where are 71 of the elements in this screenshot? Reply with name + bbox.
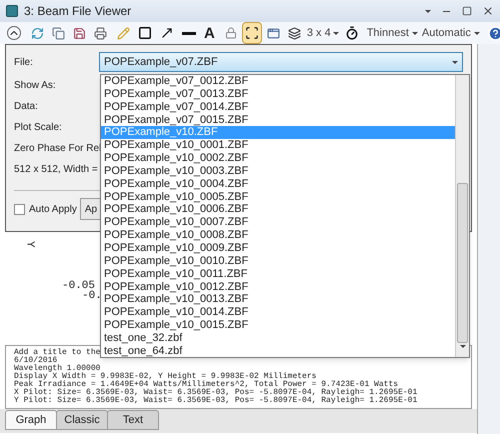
file-option[interactable]: POPExample_v10_0004.ZBF — [101, 178, 455, 191]
lock-icon — [224, 27, 237, 39]
layers-icon — [288, 26, 301, 40]
window-title: 3: Beam File Viewer — [24, 3, 132, 20]
file-combobox[interactable]: POPExample_v07.ZBF — [99, 52, 463, 72]
tab[interactable]: Text — [107, 410, 159, 430]
file-option[interactable]: POPExample_v10_0013.ZBF — [101, 293, 455, 306]
file-option[interactable]: POPExample_v07_0015.ZBF — [101, 114, 455, 126]
app-icon — [6, 5, 18, 17]
window-icon — [266, 26, 280, 40]
file-option[interactable]: POPExample_v07_0013.ZBF — [101, 88, 455, 101]
auto-apply-checkbox[interactable] — [14, 204, 25, 214]
arrow-icon — [160, 26, 174, 40]
fit-icon — [244, 26, 259, 40]
file-option[interactable]: POPExample_v10_0011.ZBF — [101, 268, 455, 280]
scroll-caret-icon — [460, 344, 466, 348]
close-button[interactable] — [482, 5, 494, 17]
maximize-icon — [462, 6, 472, 16]
pencil-icon — [117, 26, 130, 40]
caret-icon — [332, 32, 339, 34]
file-option[interactable]: POPExample_v10_0014.ZBF — [101, 306, 455, 320]
output-line: Display X Width = 9.9983E-02, Y Height = 9.9983E-02 Millimeters — [14, 373, 316, 381]
axis-label: Y — [22, 240, 37, 248]
line-width-dropdown[interactable]: Thinnest — [366, 24, 419, 42]
caret-icon — [474, 32, 480, 34]
file-option[interactable]: POPExample_v07_0012.ZBF — [101, 75, 455, 88]
tab[interactable]: Classic — [56, 410, 108, 430]
file-option[interactable]: POPExample_v10_0002.ZBF — [101, 152, 455, 165]
file-option[interactable]: POPExample_v10_0010.ZBF — [101, 254, 455, 268]
size-info: 512 x 512, Width = — [14, 163, 98, 177]
output-line: Peak Irradiance = 1.4649E+04 Watts/Millimeters^2, Total Power = 9.7423E-01 Watts — [14, 381, 398, 389]
printer-icon — [94, 26, 107, 40]
file-option[interactable]: POPExample_v10_0008.ZBF — [101, 229, 455, 242]
caret-icon — [412, 32, 418, 34]
file-option[interactable]: POPExample_v10_0015.ZBF — [101, 319, 455, 332]
field-label: File: — [14, 56, 34, 70]
file-option[interactable]: POPExample_v07_0014.ZBF — [101, 100, 455, 114]
save-icon — [73, 26, 86, 40]
menu-button[interactable] — [425, 10, 431, 12]
output-line: X Pilot: Size= 6.3569E-03, Waist= 6.3569E-03, Pos= -5.8097E-04, Rayleigh= 1.2695E-01 — [14, 389, 418, 397]
chevron-up-icon — [7, 26, 21, 40]
output-line: 6/10/2016 — [14, 357, 58, 365]
tab[interactable]: Graph — [5, 410, 57, 430]
output-line: Y Pilot: Size= 6.3569E-03, Waist= 6.3569E-03, Pos= -5.8097E-04, Rayleigh= 1.2695E-01 — [14, 397, 418, 405]
close-icon — [482, 5, 494, 17]
layout-dropdown[interactable]: 3 x 4 — [306, 24, 340, 42]
file-option[interactable]: POPExample_v10_0003.ZBF — [101, 164, 455, 178]
file-option[interactable]: POPExample_v10_0012.ZBF — [101, 280, 455, 294]
field-label: Show As: — [14, 79, 56, 93]
timer-icon — [344, 26, 359, 40]
scrollbar[interactable] — [455, 75, 469, 357]
text-button[interactable]: A — [201, 22, 218, 44]
output-line: Wavelength 1.00000 — [14, 365, 100, 373]
rectangle-icon — [138, 26, 152, 40]
refresh-icon — [31, 26, 44, 40]
file-option[interactable]: POPExample_v10_0009.ZBF — [101, 242, 455, 255]
file-option[interactable]: test_one_64.zbf — [101, 344, 455, 358]
copy-icon — [52, 26, 65, 40]
field-label: Plot Scale: — [14, 121, 62, 135]
caret-icon — [452, 60, 458, 64]
file-option[interactable]: test_one_32.zbf — [101, 332, 455, 345]
auto-apply-label: Auto Apply — [29, 202, 77, 216]
file-option[interactable]: POPExample_v10_0001.ZBF — [101, 139, 455, 152]
fit-button[interactable] — [242, 22, 262, 44]
caret-icon — [425, 10, 431, 12]
field-label: Data: — [14, 100, 38, 114]
scrollbar-thumb[interactable] — [457, 183, 468, 343]
scale-dropdown[interactable]: Automatic — [420, 24, 481, 42]
output-line: Add a title to the — [14, 349, 100, 357]
maximize-button[interactable] — [462, 6, 472, 16]
tick-label: -0. — [82, 289, 102, 304]
